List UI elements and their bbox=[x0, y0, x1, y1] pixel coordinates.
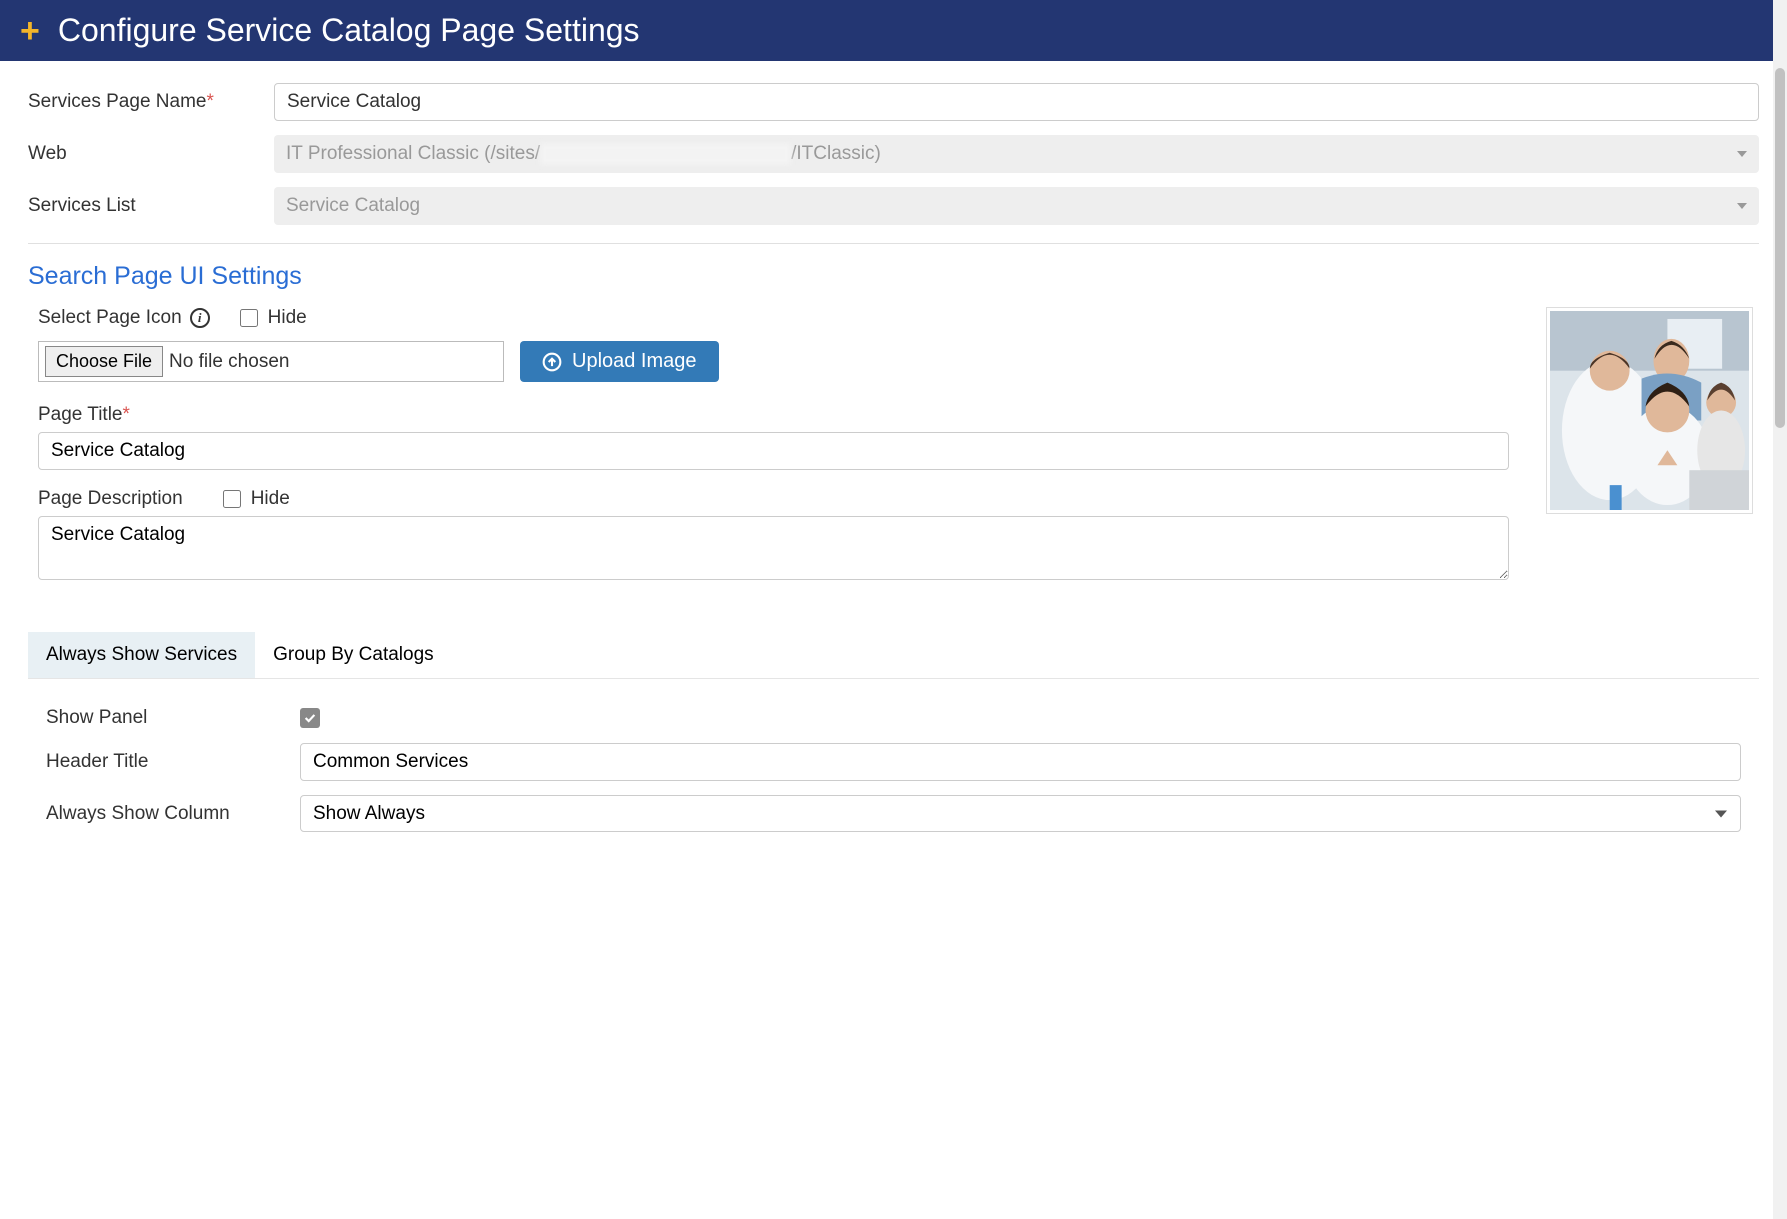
tab-group-by-catalogs[interactable]: Group By Catalogs bbox=[255, 632, 452, 678]
web-row: Web IT Professional Classic (/sites/xxxx… bbox=[28, 135, 1759, 173]
page-title-input[interactable] bbox=[38, 432, 1509, 470]
services-list-dropdown: Service Catalog bbox=[274, 187, 1759, 225]
show-panel-checkbox[interactable] bbox=[300, 708, 320, 728]
select-page-icon-label: Select Page Icon bbox=[38, 307, 182, 329]
plus-icon: + bbox=[20, 14, 40, 48]
always-show-column-select-wrap: Show Always bbox=[300, 795, 1741, 832]
hide-description-checkbox[interactable] bbox=[223, 490, 241, 508]
upload-image-label: Upload Image bbox=[572, 350, 697, 373]
ui-settings-left: Select Page Icon i Hide Choose File No f… bbox=[28, 307, 1509, 604]
hide-icon-label: Hide bbox=[268, 307, 307, 329]
services-list-label: Services List bbox=[28, 195, 258, 217]
page-header: + Configure Service Catalog Page Setting… bbox=[0, 0, 1787, 61]
page-description-textarea[interactable]: Service Catalog bbox=[38, 516, 1509, 580]
scrollbar[interactable] bbox=[1773, 0, 1787, 1219]
page-description-label: Page Description bbox=[38, 488, 183, 510]
file-upload-row: Choose File No file chosen Upload Image bbox=[38, 341, 1509, 382]
page-title-block: Page Title* bbox=[38, 404, 1509, 470]
services-page-name-input[interactable] bbox=[274, 83, 1759, 121]
header-title-input[interactable] bbox=[300, 743, 1741, 781]
services-list-value: Service Catalog bbox=[286, 195, 420, 217]
web-dropdown: IT Professional Classic (/sites/xxxxxxxx… bbox=[274, 135, 1759, 173]
header-title-row: Header Title bbox=[46, 743, 1741, 781]
file-input-box[interactable]: Choose File No file chosen bbox=[38, 341, 504, 382]
section-divider bbox=[28, 243, 1759, 244]
page-title-header: Configure Service Catalog Page Settings bbox=[58, 12, 640, 49]
section-title: Search Page UI Settings bbox=[28, 262, 1759, 291]
web-value-suffix: /ITClassic) bbox=[791, 143, 881, 165]
tab-always-show-services[interactable]: Always Show Services bbox=[28, 632, 255, 678]
hide-icon-checkbox-group: Hide bbox=[240, 307, 307, 329]
web-value-redacted: xxxxxxxxxxxxxxxxxxxxxxxxxx bbox=[540, 143, 791, 165]
always-show-column-row: Always Show Column Show Always bbox=[46, 795, 1741, 832]
select-page-icon-label-group: Select Page Icon i bbox=[38, 307, 210, 329]
chevron-down-icon bbox=[1737, 203, 1747, 209]
select-page-icon-row: Select Page Icon i Hide bbox=[38, 307, 1509, 329]
web-value-prefix: IT Professional Classic (/sites/ bbox=[286, 143, 540, 165]
scrollbar-thumb[interactable] bbox=[1775, 68, 1785, 428]
header-title-label: Header Title bbox=[46, 751, 284, 773]
services-list-row: Services List Service Catalog bbox=[28, 187, 1759, 225]
show-panel-row: Show Panel bbox=[46, 707, 1741, 729]
file-status-text: No file chosen bbox=[169, 351, 289, 373]
hide-description-checkbox-group: Hide bbox=[223, 488, 290, 510]
check-icon bbox=[303, 711, 317, 725]
chevron-down-icon bbox=[1737, 151, 1747, 157]
services-page-name-row: Services Page Name* bbox=[28, 83, 1759, 121]
upload-icon bbox=[542, 352, 562, 372]
hide-icon-checkbox[interactable] bbox=[240, 309, 258, 327]
upload-image-button[interactable]: Upload Image bbox=[520, 341, 719, 382]
hide-description-label: Hide bbox=[251, 488, 290, 510]
show-panel-label: Show Panel bbox=[46, 707, 284, 729]
page-description-block: Page Description Hide Service Catalog bbox=[38, 488, 1509, 586]
services-page-name-label: Services Page Name* bbox=[28, 91, 258, 113]
always-show-column-label: Always Show Column bbox=[46, 803, 284, 825]
info-icon[interactable]: i bbox=[190, 308, 210, 328]
always-show-column-select[interactable]: Show Always bbox=[300, 795, 1741, 832]
content-area: Services Page Name* Web IT Professional … bbox=[0, 61, 1787, 896]
tab-content: Show Panel Header Title Always Show Colu… bbox=[28, 679, 1759, 856]
web-label: Web bbox=[28, 143, 258, 165]
choose-file-button[interactable]: Choose File bbox=[45, 346, 163, 377]
tabs-container: Always Show Services Group By Catalogs bbox=[28, 632, 1759, 679]
preview-image bbox=[1546, 307, 1753, 514]
ui-settings-right bbox=[1539, 307, 1759, 604]
ui-settings-wrap: Select Page Icon i Hide Choose File No f… bbox=[28, 307, 1759, 604]
page-title-label: Page Title* bbox=[38, 404, 130, 426]
